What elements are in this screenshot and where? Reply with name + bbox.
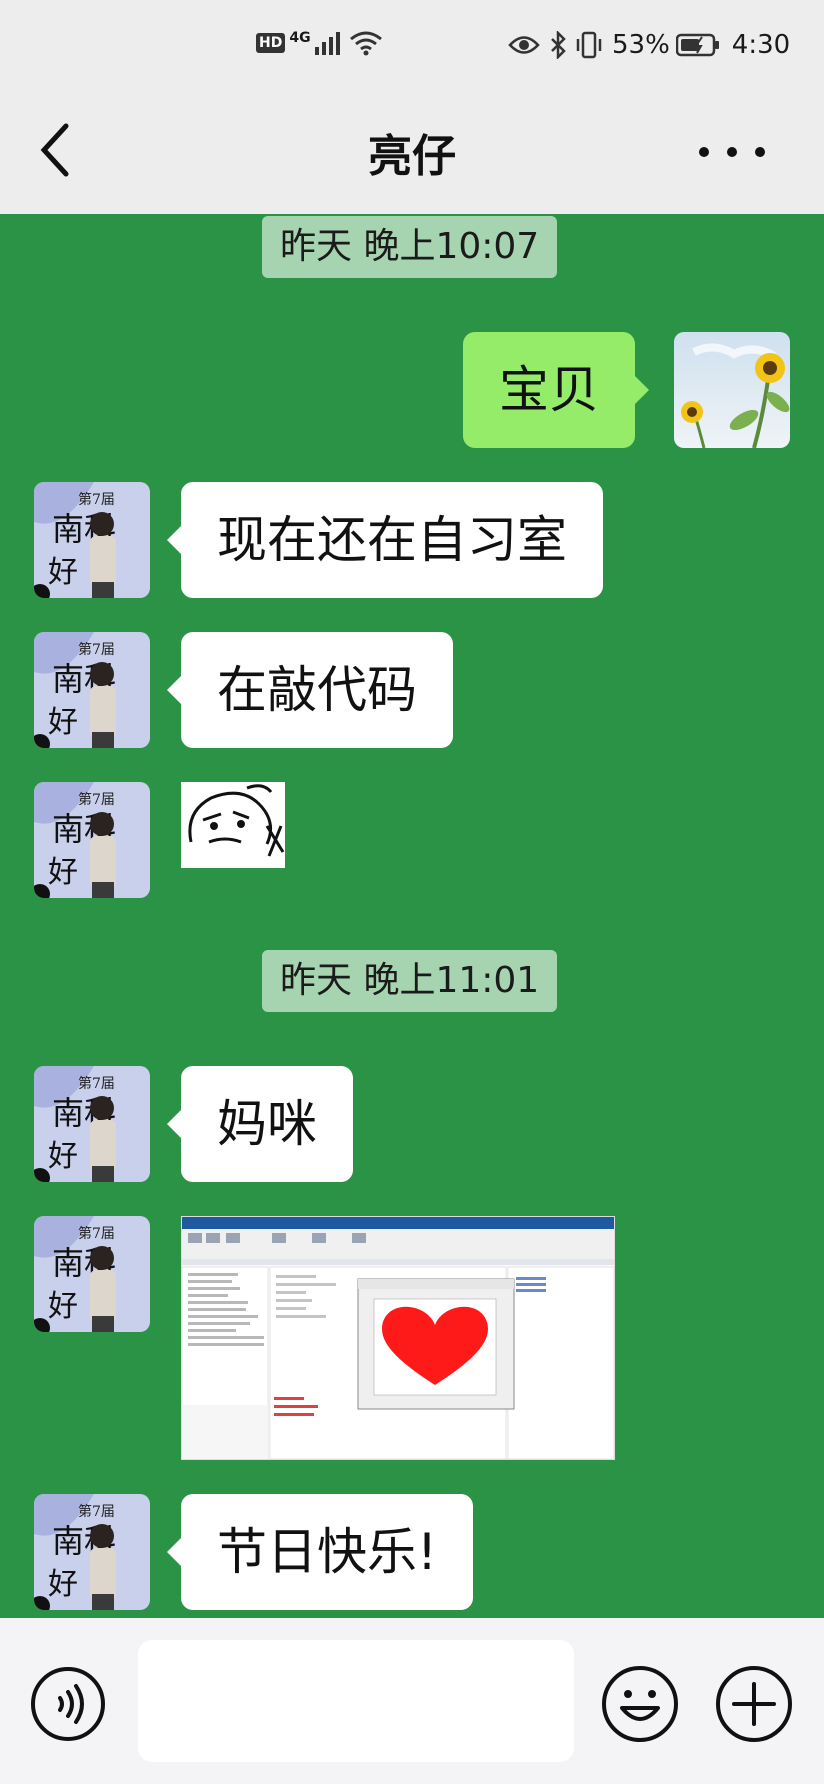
avatar-text-3: 好 xyxy=(48,1139,78,1174)
contact-avatar-image: 第7届 南科 好 xyxy=(34,1494,150,1610)
status-bar: HD 4G 53% 4:30 xyxy=(0,0,824,92)
battery-icon xyxy=(675,33,719,57)
message-bubble-incoming[interactable]: 妈咪 xyxy=(167,1066,353,1182)
contact-avatar[interactable]: 第7届 南科 好 xyxy=(34,1494,150,1610)
sticker-message[interactable] xyxy=(181,782,285,868)
contact-avatar[interactable]: 第7届 南科 好 xyxy=(34,632,150,748)
contact-avatar[interactable]: 第7届 南科 好 xyxy=(34,482,150,598)
avatar-text-3: 好 xyxy=(48,555,78,590)
battery-percent: 53% xyxy=(612,30,670,60)
chat-message-list[interactable]: 昨天 晚上10:07 宝贝 第7届 南科 好 现在还在自习室 第7届 南科 好 … xyxy=(0,214,824,1618)
contact-avatar[interactable]: 第7届 南科 好 xyxy=(34,1216,150,1332)
avatar-text-1: 第7届 xyxy=(78,1075,115,1092)
avatar-text-1: 第7届 xyxy=(78,1503,115,1520)
contact-avatar[interactable]: 第7届 南科 好 xyxy=(34,782,150,898)
message-bubble-incoming[interactable]: 现在还在自习室 xyxy=(167,482,603,598)
chat-header: 亮仔 xyxy=(0,92,824,214)
contact-avatar-image: 第7届 南科 好 xyxy=(34,782,150,898)
message-bubble-incoming[interactable]: 在敲代码 xyxy=(167,632,453,748)
contact-avatar-image: 第7届 南科 好 xyxy=(34,632,150,748)
eye-icon xyxy=(508,36,540,54)
hd-badge: HD xyxy=(256,33,286,53)
avatar-text-1: 第7届 xyxy=(78,791,115,808)
voice-icon[interactable] xyxy=(30,1666,106,1742)
contact-avatar-image: 第7届 南科 好 xyxy=(34,1066,150,1182)
image-message-screenshot[interactable] xyxy=(181,1216,615,1460)
status-right: 53% 4:30 xyxy=(508,30,790,60)
vibrate-icon xyxy=(576,31,602,59)
timestamp-label: 昨天 晚上10:07 xyxy=(262,216,558,278)
avatar-text-1: 第7届 xyxy=(78,641,115,658)
clock-time: 4:30 xyxy=(731,30,791,60)
timestamp-label: 昨天 晚上11:01 xyxy=(262,950,558,1012)
avatar-text-3: 好 xyxy=(48,1567,78,1602)
message-bubble-outgoing[interactable]: 宝贝 xyxy=(463,332,649,448)
contact-avatar[interactable]: 第7届 南科 好 xyxy=(34,1066,150,1182)
signal-icon xyxy=(314,32,340,55)
sunflower-avatar-image xyxy=(674,332,790,448)
message-input[interactable] xyxy=(138,1640,574,1762)
bluetooth-icon xyxy=(551,31,566,59)
avatar-text-3: 好 xyxy=(48,705,78,740)
message-bubble-incoming[interactable]: 节日快乐! xyxy=(166,1494,474,1610)
wifi-icon xyxy=(349,31,382,56)
my-avatar[interactable] xyxy=(674,332,790,448)
emoji-icon[interactable] xyxy=(600,1664,680,1744)
plus-icon[interactable] xyxy=(714,1664,794,1744)
contact-avatar-image: 第7届 南科 好 xyxy=(34,482,150,598)
input-bar xyxy=(0,1618,824,1784)
avatar-text-3: 好 xyxy=(48,855,78,890)
network-indicator: HD 4G xyxy=(256,30,383,56)
avatar-text-1: 第7届 xyxy=(78,491,115,508)
avatar-text-1: 第7届 xyxy=(78,1225,115,1242)
matlab-screenshot-image xyxy=(182,1217,614,1459)
contact-avatar-image: 第7届 南科 好 xyxy=(34,1216,150,1332)
grumpy-face-sticker xyxy=(181,782,285,868)
more-dots-icon[interactable] xyxy=(692,132,772,172)
network-type: 4G xyxy=(289,30,311,46)
avatar-text-3: 好 xyxy=(48,1289,78,1324)
